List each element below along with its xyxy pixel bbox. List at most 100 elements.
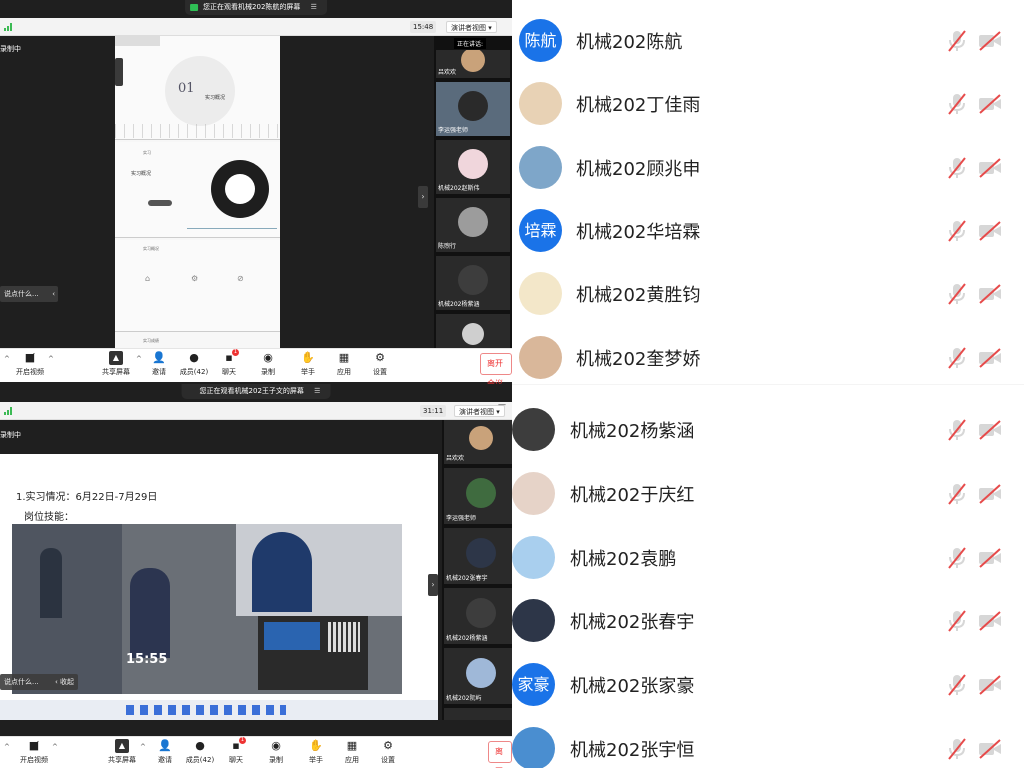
members-icon: ●	[189, 351, 199, 364]
participant-row[interactable]: 机械202顾兆申	[512, 136, 1024, 199]
invite-button[interactable]: 👤 邀请	[139, 351, 179, 377]
apps-icon: ▦	[346, 739, 358, 752]
chat-button[interactable]: ▪ 聊天 1	[216, 737, 256, 765]
invite-button[interactable]: 👤 邀请	[145, 739, 185, 765]
avatar	[519, 335, 562, 379]
banner-menu-icon[interactable]: ☰	[311, 3, 317, 11]
chat-button[interactable]: ▪ 聊天 1	[209, 349, 249, 377]
video-tile[interactable]: 陈煦行	[436, 198, 510, 252]
record-icon: ◉	[263, 351, 273, 364]
video-tile[interactable]: 李运强老师	[444, 468, 512, 524]
banner-menu-icon[interactable]: ☰	[314, 387, 320, 395]
camera-off-icon[interactable]	[978, 484, 1002, 504]
slide-line-1: 1.实习情况：6月22日-7月29日	[16, 492, 158, 503]
apps-button[interactable]: ▦ 应用	[332, 739, 372, 765]
members-button[interactable]: ● 成员(42)	[180, 739, 220, 765]
participant-row[interactable]: 机械202黄胜钧	[512, 262, 1024, 325]
mic-muted-icon[interactable]	[946, 673, 968, 697]
camera-off-icon[interactable]	[978, 547, 1002, 568]
mic-muted-icon[interactable]	[946, 92, 968, 116]
mic-muted-icon[interactable]	[946, 546, 968, 570]
video-tile[interactable]: 李运强老师	[436, 82, 510, 136]
participant-row[interactable]: 陈航 机械202陈航	[512, 9, 1024, 72]
participant-row[interactable]: 家豪 机械202张家豪	[512, 653, 1024, 716]
settings-button[interactable]: ⚙ 设置	[360, 351, 400, 377]
workshop-photo: 15:55	[12, 524, 402, 694]
participant-row[interactable]: 机械202袁鹏	[512, 526, 1024, 589]
raise-hand-button[interactable]: ✋ 举手	[288, 351, 328, 377]
participant-row[interactable]: 机械202于庆红	[512, 462, 1024, 525]
speaker-view-button[interactable]: 演讲者视图 ▾	[446, 21, 497, 33]
chat-input[interactable]: 说点什么... ‹	[0, 286, 58, 302]
camera-off-icon[interactable]	[978, 94, 1002, 115]
apps-button[interactable]: ▦ 应用	[324, 351, 364, 377]
participant-row[interactable]: 机械202杨紫涵	[512, 398, 1024, 461]
camera-off-icon[interactable]	[978, 31, 1002, 51]
video-tile[interactable]: 吕欢欢	[436, 50, 510, 78]
share-screen-button[interactable]: ▲ 共享屏幕	[96, 351, 136, 377]
video-tile[interactable]: 机械202张春宇	[444, 528, 512, 584]
camera-off-icon[interactable]	[978, 675, 1002, 695]
slide-line	[187, 228, 277, 229]
camera-off-icon[interactable]	[978, 611, 1002, 632]
mic-muted-icon[interactable]	[946, 29, 968, 53]
participant-row[interactable]: 机械202丁佳雨	[512, 72, 1024, 135]
video-tile[interactable]	[436, 314, 510, 348]
slide-number: 01	[178, 81, 195, 96]
share-screen-icon: ▲	[115, 739, 129, 753]
mic-muted-icon[interactable]	[946, 282, 968, 306]
record-button[interactable]: ◉ 录制	[248, 351, 288, 377]
mic-muted-icon[interactable]	[946, 482, 968, 506]
participant-name: 机械202华培霖	[576, 221, 701, 243]
leave-meeting-button[interactable]: 离开	[488, 741, 512, 768]
mic-muted-icon[interactable]	[946, 418, 968, 442]
minimize-icon[interactable]: —	[498, 400, 506, 409]
settings-icon: ⚙	[383, 739, 393, 752]
camera-off-icon[interactable]	[978, 221, 1002, 241]
participant-row[interactable]: 机械202奎梦娇	[512, 326, 1024, 389]
video-tile[interactable]: 机械202赵斯伟	[436, 140, 510, 194]
slide-small-text-3: 实习成绩	[143, 338, 159, 343]
video-tile[interactable]: 机械202阮屿	[444, 648, 512, 704]
video-menu-caret[interactable]: ^	[48, 355, 54, 363]
participant-row[interactable]: 培霖 机械202华培霖	[512, 199, 1024, 262]
video-tile[interactable]	[444, 708, 512, 720]
avatar	[519, 272, 562, 316]
video-button[interactable]: ■̸ 开启视频	[14, 739, 54, 765]
leave-meeting-button[interactable]: 离开会议	[480, 353, 512, 384]
mic-muted-icon[interactable]	[946, 346, 968, 370]
meeting-top-bar: 31:11 演讲者视图 ▾ —	[0, 400, 512, 420]
camera-off-icon[interactable]	[978, 284, 1002, 304]
video-tile[interactable]: 吕欢欢	[444, 420, 512, 464]
video-tile[interactable]: 机械202杨紫涵	[436, 256, 510, 310]
avatar	[519, 82, 562, 126]
camera-off-icon[interactable]	[978, 739, 1002, 759]
members-button[interactable]: ● 成员(42)	[174, 351, 214, 377]
camera-off-icon[interactable]	[978, 420, 1002, 440]
mic-muted-icon[interactable]	[946, 219, 968, 243]
expand-right-button[interactable]: ›	[418, 186, 428, 208]
share-screen-button[interactable]: ▲ 共享屏幕	[102, 739, 142, 765]
raise-hand-button[interactable]: ✋ 举手	[296, 739, 336, 765]
shared-slide: 01 实习概况 实习 实习概况 实习概况 ⌂ ⚙ ⊘ 实习成绩	[115, 36, 280, 348]
mic-menu-caret[interactable]: ^	[4, 355, 10, 363]
video-tile[interactable]: 机械202杨紫涵	[444, 588, 512, 644]
camera-off-icon[interactable]	[978, 347, 1002, 368]
video-menu-caret[interactable]: ^	[52, 743, 58, 751]
participant-row[interactable]: 机械202张宇恒	[512, 717, 1024, 768]
participant-row[interactable]: 机械202张春宇	[512, 589, 1024, 652]
expand-right-button[interactable]: ›	[428, 574, 438, 596]
mic-muted-icon[interactable]	[946, 737, 968, 761]
mic-menu-caret[interactable]: ^	[4, 743, 10, 751]
mic-muted-icon[interactable]	[946, 156, 968, 180]
record-button[interactable]: ◉ 录制	[256, 739, 296, 765]
mic-muted-icon[interactable]	[946, 609, 968, 633]
video-button[interactable]: ■̸ 开启视频	[10, 351, 50, 377]
slide-side-handle[interactable]	[115, 58, 123, 86]
settings-button[interactable]: ⚙ 设置	[368, 739, 408, 765]
chat-input[interactable]: 说点什么... ‹ 收起	[0, 674, 78, 690]
taskbar-icons[interactable]	[126, 705, 286, 715]
slide-icon-gear: ⚙	[191, 274, 199, 283]
camera-off-icon[interactable]	[978, 157, 1002, 178]
slide-circle	[165, 56, 235, 126]
